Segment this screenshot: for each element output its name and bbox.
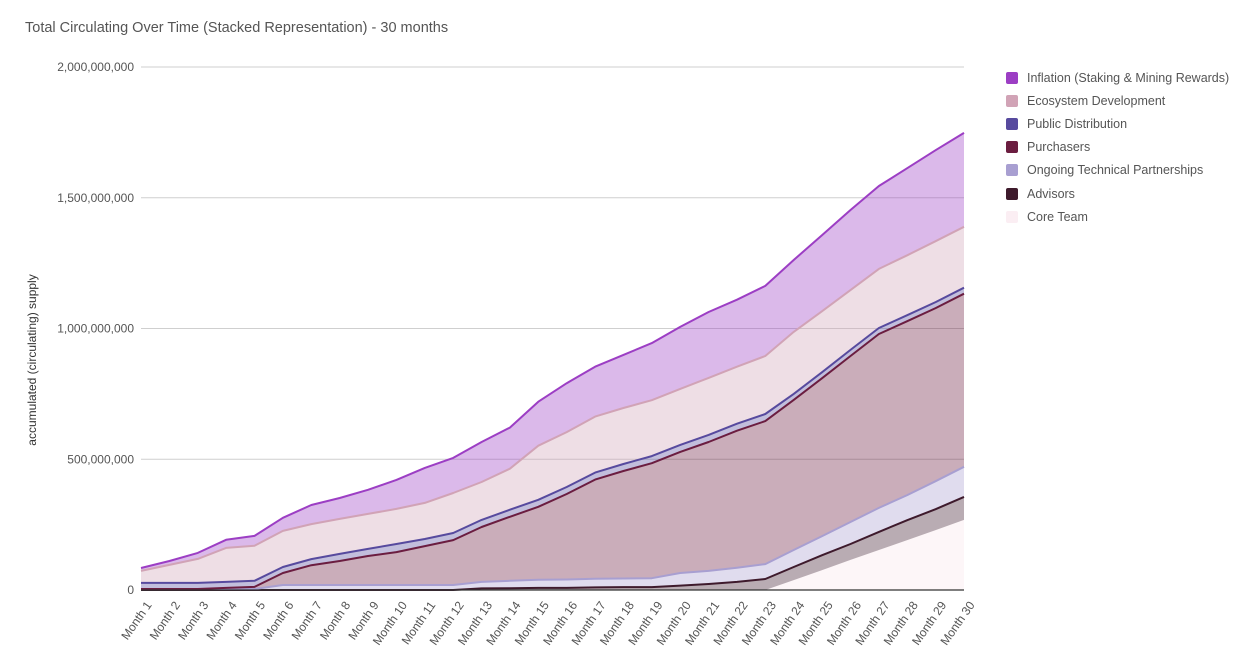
legend-label: Advisors [1027, 186, 1075, 201]
y-axis-ticks: 0 500,000,000 1,000,000,000 1,500,000,000 2,… [57, 60, 134, 597]
legend-swatch [1006, 71, 1018, 84]
y-tick-label: 1,000,000,000 [57, 322, 134, 336]
legend-label: Core Team [1027, 209, 1088, 224]
legend-swatch [1006, 164, 1018, 177]
legend-item-inflation-staking-mining-rewards[interactable]: Inflation (Staking & Mining Rewards) [1006, 66, 1229, 89]
legend-item-public-distribution[interactable]: Public Distribution [1006, 112, 1229, 135]
legend-swatch [1006, 117, 1018, 130]
legend-label: Ongoing Technical Partnerships [1027, 163, 1204, 178]
y-axis-label: accumulated (circulating) supply [25, 274, 39, 445]
legend-swatch [1006, 187, 1018, 200]
legend: Inflation (Staking & Mining Rewards) Ecos… [1006, 66, 1229, 228]
y-tick-label: 0 [127, 583, 134, 597]
y-tick-label: 1,500,000,000 [57, 191, 134, 205]
x-axis-ticks: Month 1Month 2Month 3Month 4Month 5Month… [118, 598, 978, 647]
legend-swatch [1006, 94, 1018, 107]
legend-item-core-team[interactable]: Core Team [1006, 205, 1229, 228]
stacked-areas [141, 132, 964, 590]
legend-item-advisors[interactable]: Advisors [1006, 182, 1229, 205]
y-tick-label: 2,000,000,000 [57, 60, 134, 74]
legend-item-ongoing-technical-partnerships[interactable]: Ongoing Technical Partnerships [1006, 159, 1229, 182]
legend-label: Inflation (Staking & Mining Rewards) [1027, 70, 1230, 85]
legend-item-purchasers[interactable]: Purchasers [1006, 136, 1229, 159]
y-tick-label: 500,000,000 [67, 452, 134, 466]
legend-swatch [1006, 141, 1018, 154]
legend-label: Purchasers [1027, 140, 1091, 155]
legend-item-ecosystem-development[interactable]: Ecosystem Development [1006, 89, 1229, 112]
legend-label: Ecosystem Development [1027, 93, 1166, 108]
legend-label: Public Distribution [1027, 116, 1128, 131]
legend-swatch [1006, 210, 1018, 223]
